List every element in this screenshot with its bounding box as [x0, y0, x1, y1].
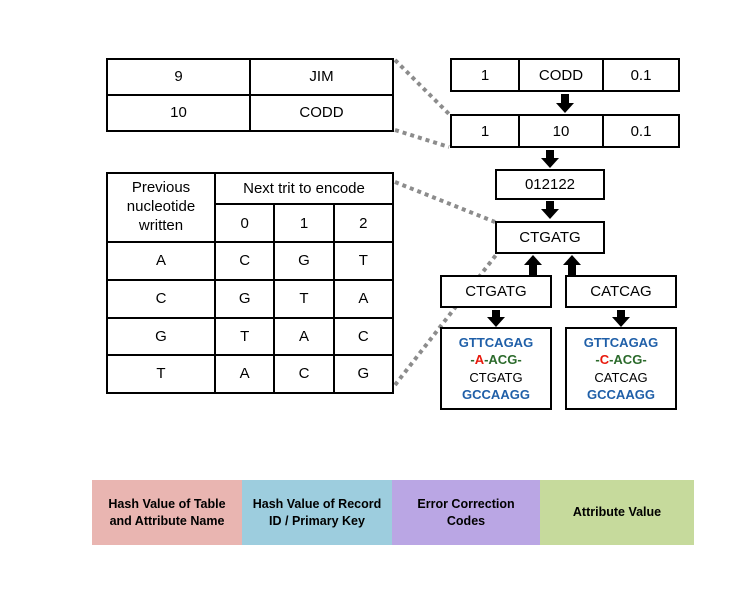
record-key-cell: 10	[520, 116, 604, 146]
trit-encoding-table: Previous nucleotide written Next trit to…	[106, 171, 395, 394]
header-trit-0: 0	[213, 203, 276, 244]
arrow-head-up-icon	[524, 255, 542, 265]
ecc-prefix-sequence: GTTCAGAG	[583, 335, 659, 351]
dna-oligo-forward: GTTCAGAG -A-ACG- CTGATG GCCAAGG	[440, 327, 552, 410]
nucleotide-string-box: CTGATG	[495, 221, 605, 254]
legend-item-record-id-hash: Hash Value of Record ID / Primary Key	[242, 480, 392, 545]
table-row: 10 CODD	[106, 94, 394, 132]
arrow-head-down-icon	[556, 103, 574, 113]
table-row: C G T A	[106, 278, 395, 319]
table-row: T A C G	[106, 354, 395, 394]
arrow-head-down-icon	[612, 317, 630, 327]
prev-nucleotide-cell: T	[106, 354, 216, 394]
dna-oligo-reverse: GTTCAGAG -C-ACG- CATCAG GCCAAGG	[565, 327, 677, 410]
ecc-cell: 0.1	[630, 122, 652, 140]
ecc-cell: 0.1	[630, 66, 652, 84]
next-nucleotide-cell: T	[273, 278, 335, 319]
arrow-head-down-icon	[541, 158, 559, 168]
table-row: A C G T	[106, 241, 395, 281]
ecc-suffix-sequence: GCCAAGG	[462, 386, 530, 402]
table-header-row: Previous nucleotide written Next trit to…	[106, 171, 394, 244]
ecc-suffix-sequence: GCCAAGG	[587, 386, 655, 402]
prev-nucleotide-cell: G	[106, 316, 216, 357]
table-hash-cell: 1	[452, 116, 520, 146]
next-nucleotide-cell: C	[213, 241, 276, 281]
table-hash-nucleotides: ACG	[613, 352, 643, 368]
record-name-cell: JIM	[249, 58, 394, 96]
header-trit-2: 2	[332, 203, 395, 244]
header-next-trit: Next trit to encode	[214, 171, 394, 206]
record-table: 9 JIM 10 CODD	[106, 58, 394, 132]
attribute-value-sequence: CATCAG	[594, 369, 648, 385]
table-row: G T A C	[106, 316, 395, 357]
record-hash-nucleotide: C	[599, 352, 610, 368]
header-previous-nucleotide: Previous nucleotide written	[106, 171, 216, 244]
separator-dash: -	[517, 352, 522, 368]
hash-segment: -A-ACG-	[470, 351, 521, 368]
next-nucleotide-cell: C	[332, 316, 395, 357]
legend-item-table-attribute-hash: Hash Value of Table and Attribute Name	[92, 480, 242, 545]
arrow-head-up-icon	[563, 255, 581, 265]
legend: Hash Value of Table and Attribute Name H…	[92, 480, 694, 545]
table-row: 9 JIM	[106, 58, 394, 96]
record-id-cell: 9	[106, 58, 251, 96]
record-id-cell: 10	[106, 94, 251, 132]
legend-item-attribute-value: Attribute Value	[540, 480, 694, 545]
record-name-cell: CODD	[249, 94, 394, 132]
encoded-row-with-hashed-key: 1 10 0.1	[450, 114, 680, 148]
table-hash-nucleotides: ACG	[488, 352, 518, 368]
record-hash-nucleotide: A	[474, 352, 485, 368]
ecc-prefix-sequence: GTTCAGAG	[458, 335, 534, 351]
encoded-row-with-key: 1 CODD 0.1	[450, 58, 680, 92]
diagram-canvas: 9 JIM 10 CODD Previous nucleotide writte…	[0, 0, 747, 589]
legend-item-error-correction: Error Correction Codes	[392, 480, 540, 545]
record-key-cell: CODD	[520, 60, 604, 90]
connector-record-to-codd-row	[393, 58, 451, 116]
header-trit-1: 1	[273, 203, 335, 244]
trit-string-box: 012122	[495, 169, 605, 200]
next-nucleotide-cell: T	[332, 241, 395, 281]
hash-segment: -C-ACG-	[595, 351, 646, 368]
next-nucleotide-cell: G	[332, 354, 395, 394]
table-hash-cell: 1	[452, 60, 520, 90]
separator-dash: -	[642, 352, 647, 368]
forward-strand-box: CTGATG	[440, 275, 552, 308]
next-nucleotide-cell: C	[273, 354, 335, 394]
arrow-head-down-icon	[541, 209, 559, 219]
next-nucleotide-cell: A	[213, 354, 276, 394]
next-nucleotide-cell: A	[273, 316, 335, 357]
connector-record-to-ten-row	[394, 128, 450, 149]
next-nucleotide-cell: T	[213, 316, 276, 357]
connector-trit-to-nucleotides	[394, 180, 496, 224]
reverse-strand-box: CATCAG	[565, 275, 677, 308]
prev-nucleotide-cell: A	[106, 241, 216, 281]
next-nucleotide-cell: A	[332, 278, 395, 319]
attribute-value-sequence: CTGATG	[469, 369, 523, 385]
next-nucleotide-cell: G	[273, 241, 335, 281]
prev-nucleotide-cell: C	[106, 278, 216, 319]
arrow-head-down-icon	[487, 317, 505, 327]
next-nucleotide-cell: G	[213, 278, 276, 319]
